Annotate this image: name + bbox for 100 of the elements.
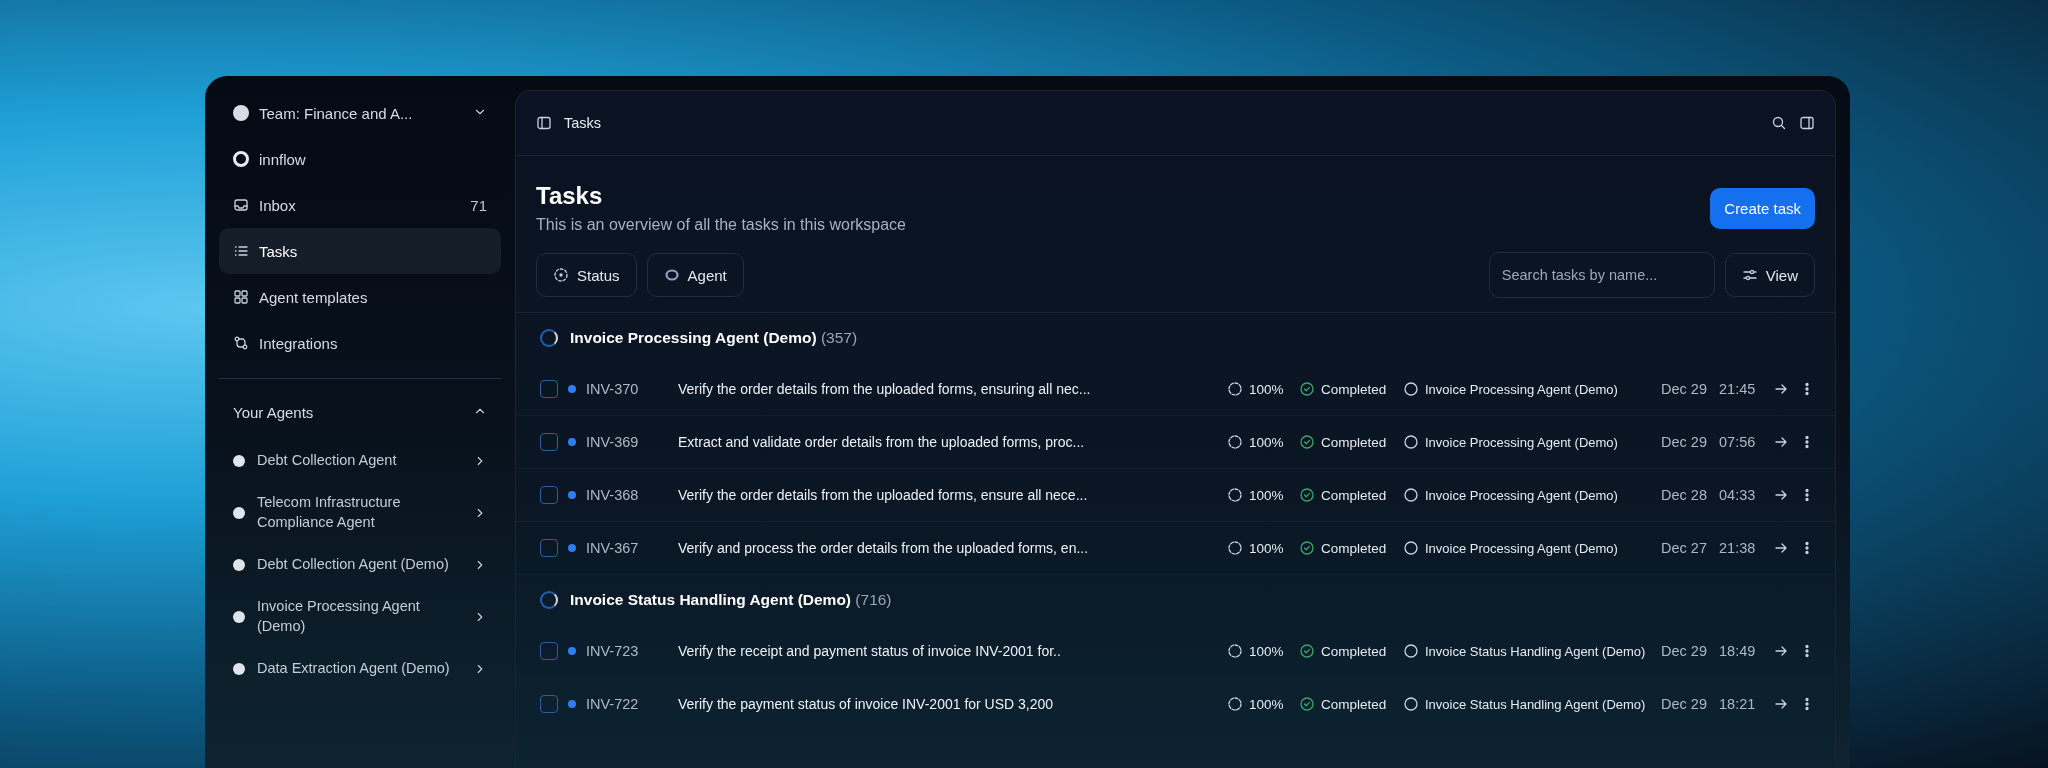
checkbox[interactable] <box>540 486 558 504</box>
dashed-circle-icon <box>1227 540 1243 556</box>
agent-dot <box>233 507 245 519</box>
progress-text: 100% <box>1249 487 1284 503</box>
status-text: Completed <box>1321 696 1387 712</box>
task-id: INV-723 <box>586 643 640 659</box>
check-circle-icon <box>1299 696 1315 712</box>
agent-dot <box>233 611 245 623</box>
status-dot <box>568 647 576 655</box>
checkbox[interactable] <box>540 642 558 660</box>
task-time: 21:45 <box>1719 381 1757 397</box>
page-title: Tasks <box>564 115 602 131</box>
agent-dot <box>233 559 245 571</box>
task-id: INV-368 <box>586 487 640 503</box>
task-description: Extract and validate order details from the uploaded forms, proc... <box>678 434 1086 450</box>
team-name: Team: Finance and A... <box>259 104 413 122</box>
search-icon <box>1771 115 1787 131</box>
panel-toggle-button[interactable] <box>1799 115 1815 131</box>
task-date: Dec 28 <box>1661 487 1708 503</box>
task-id: INV-369 <box>586 434 640 450</box>
checkbox[interactable] <box>540 380 558 398</box>
check-circle-icon <box>1299 381 1315 397</box>
status-dot <box>568 385 576 393</box>
create-task-button[interactable]: Create task <box>1710 187 1815 229</box>
checkbox[interactable] <box>540 539 558 557</box>
progress-text: 100% <box>1249 540 1284 556</box>
task-id: INV-722 <box>586 696 640 712</box>
status-text: Completed <box>1321 487 1387 503</box>
sidebar-item[interactable]: Agent templates <box>219 274 501 320</box>
item-count: 71 <box>470 196 487 214</box>
sidebar-item[interactable]: Inbox 71 <box>219 182 501 228</box>
task-id: INV-367 <box>586 540 640 556</box>
circle-icon <box>1403 381 1419 397</box>
checkbox[interactable] <box>540 695 558 713</box>
agent-item[interactable]: Data Extraction Agent (Demo) <box>219 643 501 695</box>
team-avatar <box>233 105 249 121</box>
status-text: Completed <box>1321 643 1387 659</box>
task-date: Dec 29 <box>1661 434 1708 450</box>
task-time: 07:56 <box>1719 434 1757 450</box>
agent-name: Invoice Processing Agent (Demo) <box>1425 434 1618 450</box>
status-dot <box>568 544 576 552</box>
spinner-icon <box>540 329 558 347</box>
status-text: Completed <box>1321 434 1387 450</box>
status-dot <box>568 438 576 446</box>
task-date: Dec 29 <box>1661 696 1708 712</box>
list-icon <box>233 243 249 259</box>
team-switcher[interactable]: Team: Finance and A... <box>219 90 501 136</box>
filter-button[interactable]: Agent <box>646 253 744 297</box>
search-button[interactable] <box>1771 115 1787 131</box>
task-description: Verify the order details from the uploaded forms, ensuring all nec... <box>678 381 1092 397</box>
check-circle-icon <box>1299 487 1315 503</box>
spinner-icon <box>540 591 558 609</box>
circle-icon <box>1403 643 1419 659</box>
task-date: Dec 29 <box>1661 381 1708 397</box>
search-field[interactable]: Search tasks by name... <box>1488 252 1715 298</box>
group-title: Invoice Processing Agent (Demo) (357) <box>570 329 858 347</box>
section-header[interactable]: Your Agents <box>219 389 501 435</box>
task-date: Dec 29 <box>1661 643 1708 659</box>
check-circle-icon <box>1299 643 1315 659</box>
agent-item[interactable]: Telecom Infrastructure Compliance Agent <box>219 487 501 539</box>
inbox-icon <box>233 197 249 213</box>
status-dot <box>568 700 576 708</box>
dashed-circle-icon <box>1227 643 1243 659</box>
progress-text: 100% <box>1249 434 1284 450</box>
status-text: Completed <box>1321 540 1387 556</box>
sidebar-item[interactable]: Tasks <box>219 228 501 274</box>
task-description: Verify the receipt and payment status of invoice INV-2001 for.. <box>678 643 1062 659</box>
sidebar-item[interactable]: Integrations <box>219 320 501 366</box>
agent-dot <box>233 663 245 675</box>
progress-text: 100% <box>1249 696 1284 712</box>
group-title: Invoice Status Handling Agent (Demo) (716) <box>570 591 892 609</box>
task-description: Verify and process the order details from the uploaded forms, en... <box>678 540 1090 556</box>
workspace-item[interactable]: innflow <box>219 136 501 182</box>
dashed-circle-icon <box>1227 696 1243 712</box>
filter-button[interactable]: Status <box>536 253 637 297</box>
panel-icon <box>536 115 552 131</box>
dashed-circle-icon <box>1227 381 1243 397</box>
heading: Tasks <box>536 182 604 210</box>
task-time: 18:21 <box>1719 696 1757 712</box>
subtitle: This is an overview of all the tasks in this workspace <box>536 216 907 234</box>
status-dot <box>568 491 576 499</box>
task-description: Verify the order details from the uploaded forms, ensure all nece... <box>678 487 1089 503</box>
circle-icon <box>1403 434 1419 450</box>
agent-item[interactable]: Debt Collection Agent (Demo) <box>219 539 501 591</box>
task-description: Verify the payment status of invoice INV-2001 for USD 3,200 <box>678 696 1055 712</box>
agent-name: Invoice Status Handling Agent (Demo) <box>1425 643 1646 659</box>
checkbox[interactable] <box>540 433 558 451</box>
circle-icon <box>1403 540 1419 556</box>
agent-name: Invoice Processing Agent (Demo) <box>1425 540 1618 556</box>
sliders-icon <box>1741 267 1758 283</box>
check-circle-icon <box>1299 434 1315 450</box>
link-nodes-icon <box>233 335 249 351</box>
agent-item[interactable]: Invoice Processing Agent (Demo) <box>219 591 501 643</box>
agent-item[interactable]: Debt Collection Agent <box>219 435 501 487</box>
task-time: 04:33 <box>1719 487 1757 503</box>
ring-icon <box>663 267 680 283</box>
view-button[interactable]: View <box>1724 253 1815 297</box>
ring-icon <box>233 151 249 167</box>
dashed-circle-icon <box>1227 434 1243 450</box>
sidebar-toggle-button[interactable] <box>536 115 552 131</box>
